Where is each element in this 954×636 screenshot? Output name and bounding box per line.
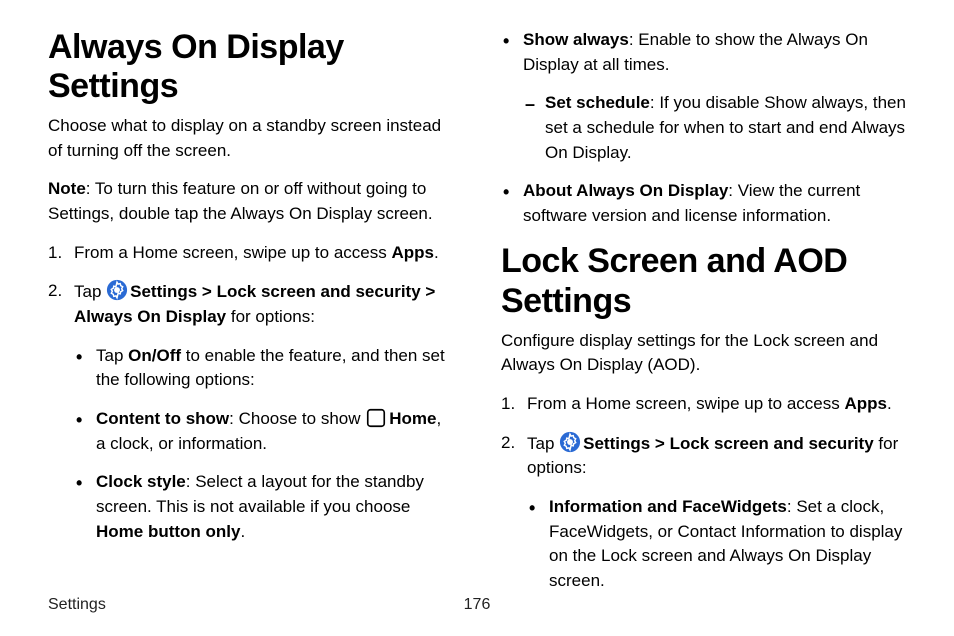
- set-schedule-label: Set schedule: [545, 93, 650, 112]
- step-number: 2.: [501, 431, 515, 456]
- options-list-2: Information and FaceWidgets: Set a clock…: [527, 495, 906, 594]
- lock-screen-label: Lock screen and security: [217, 282, 421, 301]
- step-text: From a Home screen, swipe up to access: [74, 243, 391, 262]
- heading-lock-screen-aod: Lock Screen and AOD Settings: [501, 242, 906, 320]
- apps-label: Apps: [844, 394, 887, 413]
- home-button-only-label: Home button only: [96, 522, 240, 541]
- info-facewidgets-label: Information and FaceWidgets: [549, 497, 787, 516]
- content-to-show-label: Content to show: [96, 409, 229, 428]
- step-2: 2. Tap Settings > Lock screen and securi…: [48, 279, 453, 544]
- options-list-cont: Show always: Enable to show the Always O…: [501, 28, 906, 228]
- options-list: Tap On/Off to enable the feature, and th…: [74, 344, 453, 544]
- option-onoff: Tap On/Off to enable the feature, and th…: [74, 344, 453, 393]
- option-clock-style: Clock style: Select a layout for the sta…: [74, 470, 453, 544]
- settings-icon: [559, 431, 581, 453]
- sub-options-list: Set schedule: If you disable Show always…: [523, 91, 906, 165]
- clock-style-label: Clock style: [96, 472, 186, 491]
- left-column: Always On Display Settings Choose what t…: [48, 28, 453, 607]
- step-2b: 2. Tap Settings > Lock screen and securi…: [501, 431, 906, 594]
- about-aod-label: About Always On Display: [523, 181, 728, 200]
- step-number: 1.: [48, 241, 62, 266]
- aod-label: Always On Display: [74, 307, 226, 326]
- option-show-always: Show always: Enable to show the Always O…: [501, 28, 906, 165]
- step-1b: 1. From a Home screen, swipe up to acces…: [501, 392, 906, 417]
- step-number: 1.: [501, 392, 515, 417]
- lock-screen-label: Lock screen and security: [670, 434, 874, 453]
- page-footer: Settings 176: [48, 596, 906, 614]
- steps-list: 1. From a Home screen, swipe up to acces…: [48, 241, 453, 544]
- step-1: 1. From a Home screen, swipe up to acces…: [48, 241, 453, 266]
- heading-aod-settings: Always On Display Settings: [48, 28, 453, 106]
- note-label: Note: [48, 179, 86, 198]
- intro-text-2: Configure display settings for the Lock …: [501, 329, 906, 378]
- apps-label: Apps: [391, 243, 434, 262]
- home-icon: [365, 407, 387, 429]
- right-column: Show always: Enable to show the Always O…: [501, 28, 906, 607]
- option-info-facewidgets: Information and FaceWidgets: Set a clock…: [527, 495, 906, 594]
- option-content-to-show: Content to show: Choose to show Home, a …: [74, 407, 453, 456]
- note-text: Note: To turn this feature on or off wit…: [48, 177, 453, 226]
- step-number: 2.: [48, 279, 62, 304]
- settings-icon: [106, 279, 128, 301]
- option-about-aod: About Always On Display: View the curren…: [501, 179, 906, 228]
- footer-section-label: Settings: [48, 596, 106, 614]
- intro-text: Choose what to display on a standby scre…: [48, 114, 453, 163]
- onoff-label: On/Off: [128, 346, 181, 365]
- step-text: Tap: [74, 282, 106, 301]
- home-label: Home: [389, 409, 436, 428]
- note-body: : To turn this feature on or off without…: [48, 179, 433, 223]
- settings-label: Settings: [130, 282, 197, 301]
- steps-list-2: 1. From a Home screen, swipe up to acces…: [501, 392, 906, 593]
- option-set-schedule: Set schedule: If you disable Show always…: [523, 91, 906, 165]
- show-always-label: Show always: [523, 30, 629, 49]
- settings-label: Settings: [583, 434, 650, 453]
- page-number: 176: [464, 596, 491, 614]
